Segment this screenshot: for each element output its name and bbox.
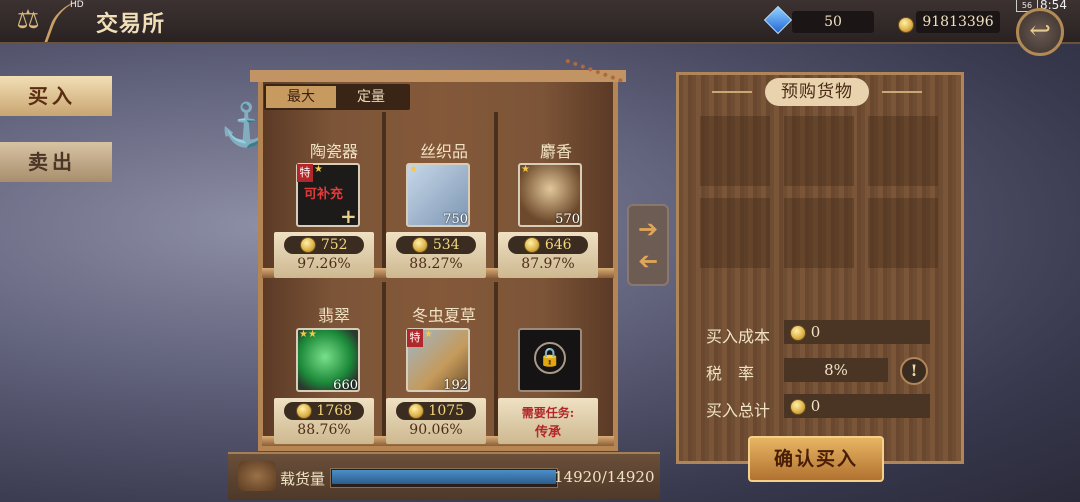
replenish-label: 可补充 — [304, 187, 344, 202]
price-pill: 1768 — [284, 402, 364, 420]
cart-slot[interactable] — [868, 198, 938, 268]
plus-icon: + — [340, 204, 357, 228]
tab-buy[interactable]: 买入 — [0, 76, 112, 116]
item-price: 646 — [544, 237, 572, 253]
back-button[interactable]: ↩ — [1016, 8, 1064, 56]
item-quantity: 750 — [443, 212, 468, 227]
total-label: 买入总计 — [706, 401, 771, 420]
item-name: 冬虫夏草 — [411, 306, 476, 325]
price-card[interactable]: 534 88.27% — [386, 232, 486, 278]
tax-label: 税 率 — [706, 364, 755, 383]
cart-slot[interactable] — [868, 116, 938, 186]
star-icon: ★ — [314, 164, 323, 175]
info-icon[interactable]: ! — [900, 357, 928, 385]
cost-label: 买入成本 — [706, 327, 771, 346]
item-quantity: 660 — [333, 378, 358, 393]
item-quantity: 192 — [443, 378, 468, 393]
price-pill: 646 — [508, 236, 588, 254]
item-name: 陶瓷器 — [309, 142, 358, 161]
item-price: 534 — [432, 237, 460, 253]
star-icon: ★★ — [299, 329, 317, 340]
item-name: 翡翠 — [317, 306, 350, 325]
price-pill: 1075 — [396, 402, 476, 420]
cost-value: 0 — [810, 323, 821, 341]
header-ornament — [712, 91, 752, 93]
confirm-buy-button[interactable]: 确认买入 — [748, 436, 884, 482]
network-indicator: HD — [70, 0, 84, 10]
price-card[interactable]: 646 87.97% — [498, 232, 598, 278]
item-name: 丝织品 — [419, 142, 468, 161]
arrow-right-icon[interactable]: ➔ — [633, 214, 663, 244]
total-value: 0 — [810, 397, 821, 415]
page-title: 交易所 — [96, 11, 166, 37]
cargo-progress-fill — [332, 470, 556, 484]
lock-requirement-label: 需要任务: — [521, 406, 575, 420]
item-percent: 88.76% — [297, 422, 351, 438]
gem-count: 50 — [792, 11, 874, 33]
cart-slot[interactable] — [700, 116, 770, 186]
filter-max[interactable]: 最大 — [266, 86, 336, 108]
filter-fixed[interactable]: 定量 — [336, 86, 406, 108]
barrel-icon — [238, 461, 276, 491]
special-badge: 特 — [407, 329, 423, 347]
gold-count: 91813396 — [916, 11, 1000, 33]
tab-sell[interactable]: 卖出 — [0, 142, 112, 182]
gold-coin-icon — [790, 399, 806, 415]
locked-requirement: 需要任务: 传承 — [498, 398, 598, 444]
special-badge: 特 — [297, 164, 313, 182]
item-price: 1075 — [428, 403, 465, 419]
item-name: 麝香 — [539, 142, 572, 161]
price-pill: 534 — [396, 236, 476, 254]
item-percent: 97.26% — [297, 256, 351, 272]
back-arrow-icon: ↩ — [1029, 16, 1051, 46]
gold-coin-icon — [412, 237, 429, 253]
star-icon: ★ — [409, 164, 418, 175]
price-pill: 752 — [284, 236, 364, 254]
cargo-value: 14920/14920 — [554, 468, 655, 486]
gold-coin-icon — [300, 237, 317, 253]
gold-coin-icon — [790, 325, 806, 341]
item-percent: 88.27% — [409, 256, 463, 272]
cost-value-box: 0 — [784, 320, 930, 344]
cargo-label: 载货量 — [280, 470, 326, 488]
total-value-box: 0 — [784, 394, 930, 418]
item-quantity: 570 — [555, 212, 580, 227]
panel-title: 预购货物 — [765, 78, 869, 106]
price-card[interactable]: 1075 90.06% — [386, 398, 486, 444]
star-icon: ★ — [521, 164, 530, 175]
price-card[interactable]: 752 97.26% — [274, 232, 374, 278]
arrow-left-icon[interactable]: ➔ — [633, 246, 663, 276]
gold-coin-icon — [898, 14, 914, 33]
item-price: 752 — [320, 237, 348, 253]
item-percent: 90.06% — [409, 422, 463, 438]
gold-coin-icon — [524, 237, 541, 253]
gold-coin-icon — [295, 403, 312, 419]
padlock-icon: 🔒 — [534, 342, 566, 374]
cart-slot[interactable] — [784, 198, 854, 268]
item-price: 1768 — [316, 403, 353, 419]
price-card[interactable]: 1768 88.76% — [274, 398, 374, 444]
gold-coin-icon — [407, 403, 424, 419]
cart-slot[interactable] — [784, 116, 854, 186]
scale-icon: ⚖ — [16, 5, 40, 35]
item-percent: 87.97% — [521, 256, 575, 272]
tax-value: 8% — [784, 358, 888, 382]
lock-requirement-quest: 传承 — [534, 425, 561, 440]
cart-slot[interactable] — [700, 198, 770, 268]
header-ornament — [882, 91, 922, 93]
star-icon: ★ — [424, 329, 433, 340]
